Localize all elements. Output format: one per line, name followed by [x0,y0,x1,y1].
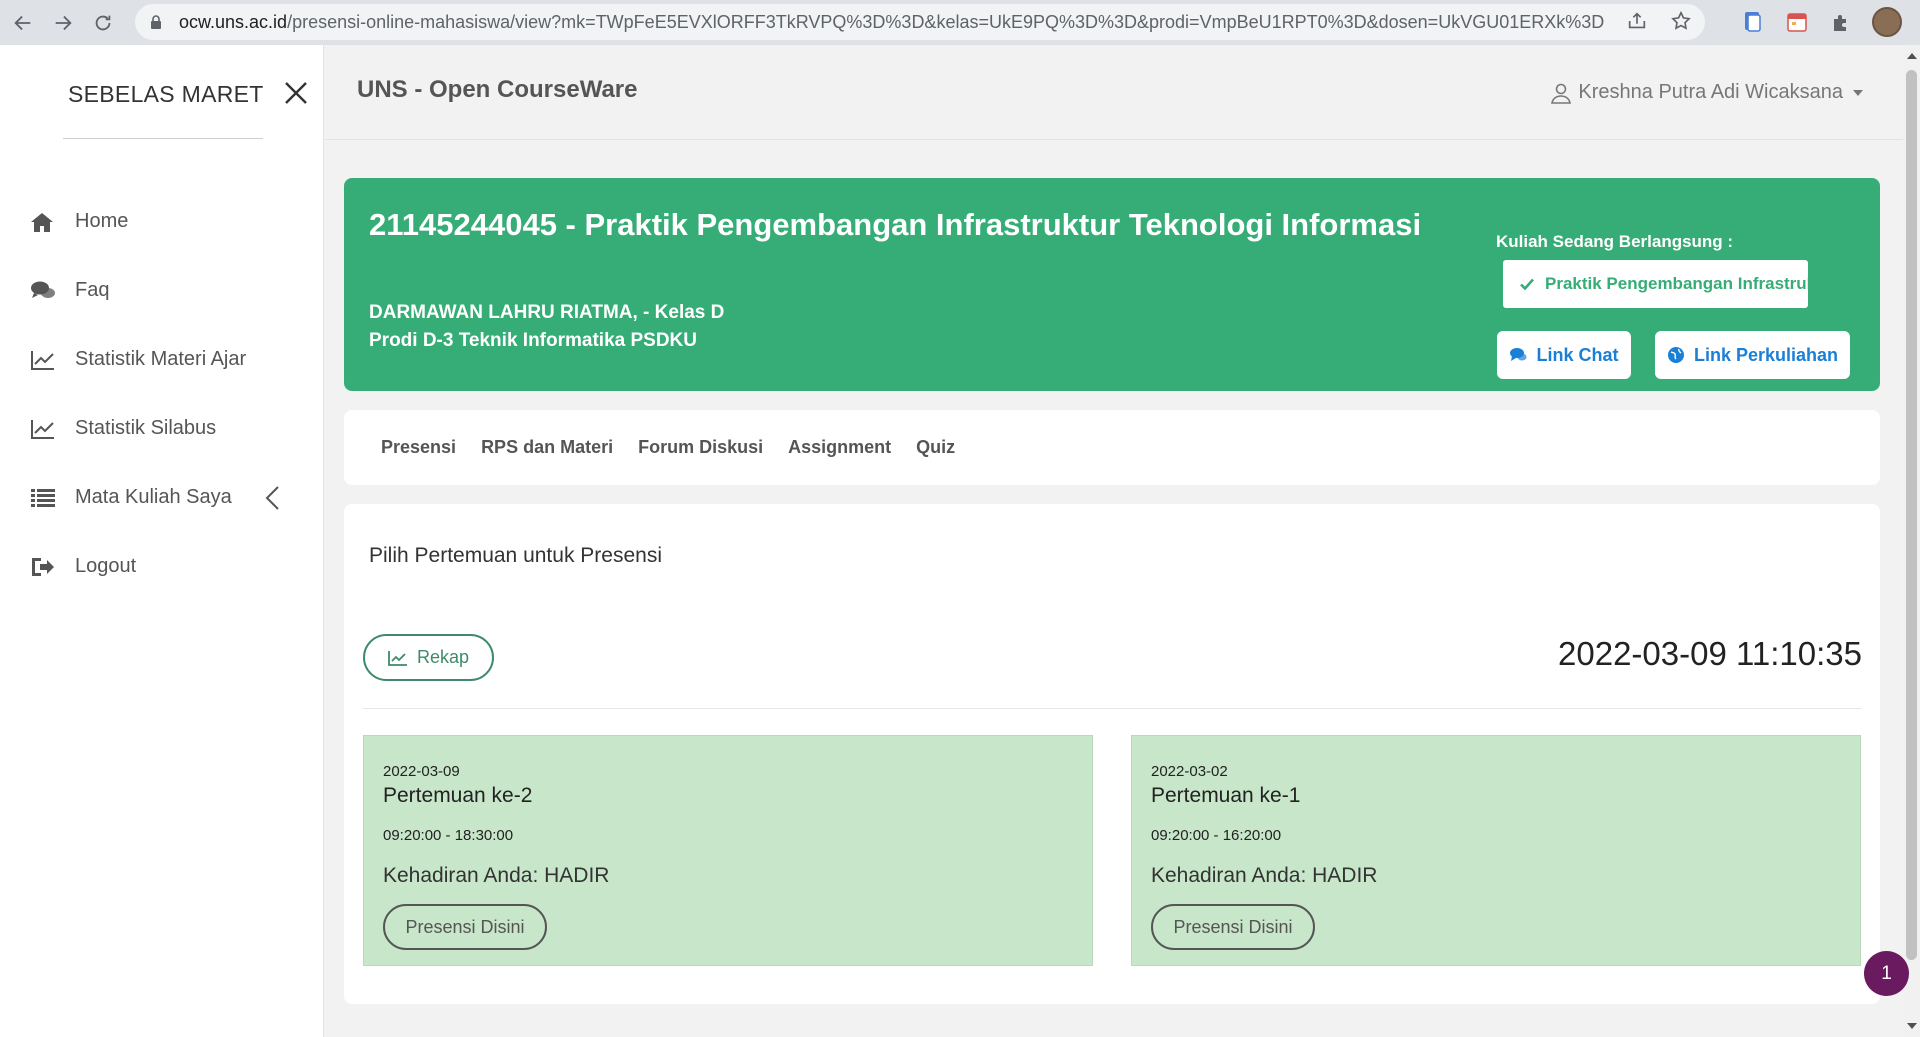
caret-down-icon [1853,89,1863,96]
share-icon[interactable] [1626,10,1648,32]
line-chart-icon [388,650,407,666]
check-icon [1520,278,1534,291]
lock-icon [151,15,161,29]
url-host: ocw.uns.ac.id [179,11,288,32]
section-title: Pilih Pertemuan untuk Presensi [369,544,662,567]
chevron-left-icon[interactable] [262,485,284,511]
extension-calendar-icon[interactable] [1784,9,1810,35]
tab-rps-materi[interactable]: RPS dan Materi [481,437,613,458]
list-icon [30,487,56,509]
chat-icon [1510,348,1527,361]
meeting-name: Pertemuan ke-2 [383,784,533,807]
url-path: /presensi-online-mahasiswa/view?mk=TWpFe… [287,11,1605,32]
meeting-name: Pertemuan ke-1 [1151,784,1301,807]
sidebar-item-label: Faq [75,279,110,301]
sidebar-item-label: Logout [75,555,137,577]
divider [363,708,1862,709]
notification-badge[interactable]: 1 [1864,951,1909,996]
sidebar: SEBELAS MARET Home Faq Statistik Materi … [0,45,324,1037]
sidebar-item-label: Mata Kuliah Saya [75,486,232,508]
tab-quiz[interactable]: Quiz [916,437,955,458]
sidebar-item-label: Home [75,210,129,232]
sidebar-item-label: Statistik Silabus [75,417,217,439]
ongoing-label: Kuliah Sedang Berlangsung : [1496,232,1734,251]
page-scrollbar[interactable] [1903,45,1920,1037]
bookmark-star-icon[interactable] [1670,10,1692,32]
brand-divider [63,138,263,139]
line-chart-icon [30,349,56,371]
ongoing-course-button[interactable]: Praktik Pengembangan Infrastruktur Tekno… [1503,260,1808,308]
scroll-down-arrow[interactable] [1907,1023,1917,1029]
profile-avatar[interactable] [1872,7,1902,37]
attendance-status: Kehadiran Anda: HADIR [1151,864,1378,887]
rekap-label: Rekap [416,647,470,667]
user-icon [1551,83,1572,104]
meeting-time: 09:20:00 - 16:20:00 [1151,827,1282,844]
tab-presensi[interactable]: Presensi [381,437,456,458]
brand-name: SEBELAS MARET [68,81,264,107]
course-title: 21145244045 - Praktik Pengembangan Infra… [369,207,1422,242]
meeting-date: 2022-03-02 [1151,763,1228,780]
sidebar-item-mata-kuliah[interactable]: Mata Kuliah Saya [0,463,324,532]
address-bar[interactable]: ocw.uns.ac.id/presensi-online-mahasiswa/… [135,4,1705,40]
logout-icon [30,556,56,578]
extensions-puzzle-icon[interactable] [1828,9,1854,35]
link-chat-button[interactable]: Link Chat [1497,331,1631,379]
forward-icon[interactable] [46,6,80,40]
attendance-status: Kehadiran Anda: HADIR [383,864,610,887]
sidebar-item-label: Statistik Materi Ajar [75,348,247,370]
sidebar-item-statistik-materi[interactable]: Statistik Materi Ajar [0,325,324,394]
current-datetime: 2022-03-09 11:10:35 [1558,635,1862,672]
sidebar-item-home[interactable]: Home [0,187,324,256]
presensi-button[interactable]: Presensi Disini [1151,904,1315,950]
sidebar-item-faq[interactable]: Faq [0,256,324,325]
tab-assignment[interactable]: Assignment [788,437,891,458]
sidebar-item-statistik-silabus[interactable]: Statistik Silabus [0,394,324,463]
sidebar-item-logout[interactable]: Logout [0,532,324,601]
link-chat-label: Link Chat [1536,344,1619,365]
user-name: Kreshna Putra Adi Wicaksana [1578,81,1843,103]
line-chart-icon [30,418,56,440]
study-program: Prodi D-3 Teknik Informatika PSDKU [369,330,697,351]
lecturer-class: DARMAWAN LAHRU RIATMA, - Kelas D [369,302,725,323]
extension-docs-icon[interactable] [1740,9,1766,35]
home-icon [30,211,56,233]
presensi-button[interactable]: Presensi Disini [383,904,547,950]
user-menu[interactable]: Kreshna Putra Adi Wicaksana [1550,81,1863,104]
ongoing-course-label: Praktik Pengembangan Infrastruktur Tekno… [1545,274,1808,293]
app-title: UNS - Open CourseWare [357,76,638,103]
top-header: UNS - Open CourseWare Kreshna Putra Adi … [325,45,1903,140]
reload-icon[interactable] [86,6,120,40]
meeting-time: 09:20:00 - 18:30:00 [383,827,514,844]
tab-forum-diskusi[interactable]: Forum Diskusi [638,437,763,458]
course-banner: 21145244045 - Praktik Pengembangan Infra… [344,178,1880,391]
presensi-panel: Pilih Pertemuan untuk Presensi Rekap 202… [344,504,1880,1004]
rekap-button[interactable]: Rekap [363,634,494,681]
browser-toolbar: ocw.uns.ac.id/presensi-online-mahasiswa/… [0,0,1920,45]
sidebar-menu: Home Faq Statistik Materi Ajar Statistik… [0,187,324,601]
globe-icon [1667,347,1684,363]
meeting-card: 2022-03-02 Pertemuan ke-1 09:20:00 - 16:… [1131,735,1861,966]
chat-bubbles-icon [30,280,56,302]
scroll-up-arrow[interactable] [1907,53,1917,59]
course-tabs: Presensi RPS dan Materi Forum Diskusi As… [344,410,1880,485]
link-perkuliahan-button[interactable]: Link Perkuliahan [1655,331,1850,379]
scroll-thumb[interactable] [1906,70,1917,960]
back-icon[interactable] [6,6,40,40]
meeting-card: 2022-03-09 Pertemuan ke-2 09:20:00 - 18:… [363,735,1093,966]
meeting-date: 2022-03-09 [383,763,460,780]
close-icon[interactable] [282,79,310,107]
link-perkuliahan-label: Link Perkuliahan [1693,344,1839,365]
